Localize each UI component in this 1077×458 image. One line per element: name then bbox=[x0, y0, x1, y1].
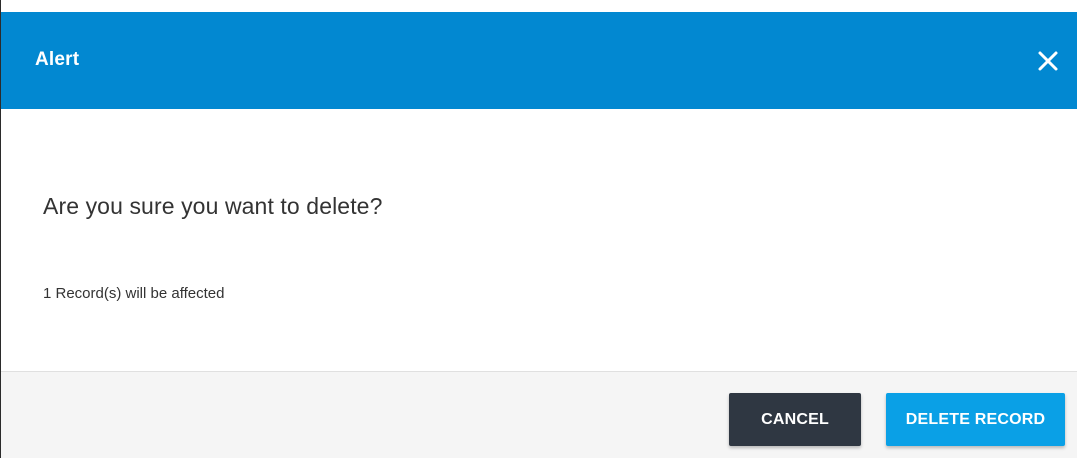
alert-dialog: Alert Are you sure you want to delete? 1… bbox=[0, 0, 1077, 458]
cancel-button[interactable]: CANCEL bbox=[729, 393, 861, 446]
close-button[interactable] bbox=[1033, 46, 1063, 76]
dialog-title: Alert bbox=[35, 49, 80, 70]
confirm-message: Are you sure you want to delete? bbox=[43, 193, 383, 219]
dialog-footer: CANCEL DELETE RECORD bbox=[1, 371, 1077, 458]
dialog-body: Are you sure you want to delete? 1 Recor… bbox=[1, 109, 1077, 371]
dialog-header: Alert bbox=[1, 12, 1077, 109]
close-icon bbox=[1038, 51, 1058, 71]
delete-record-button[interactable]: DELETE RECORD bbox=[886, 393, 1065, 446]
affected-records-text: 1 Record(s) will be affected bbox=[43, 285, 225, 302]
